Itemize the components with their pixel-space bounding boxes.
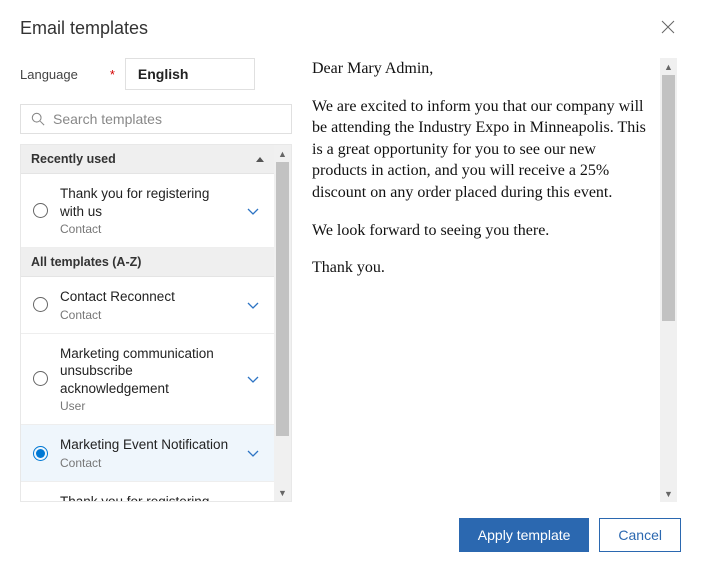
apply-template-button[interactable]: Apply template <box>459 518 590 552</box>
template-item[interactable]: Contact Reconnect Contact <box>21 277 274 334</box>
section-header-all[interactable]: All templates (A-Z) <box>21 248 274 277</box>
language-select[interactable]: English <box>125 58 255 90</box>
section-all-label: All templates (A-Z) <box>31 255 141 269</box>
template-subtype: User <box>60 399 236 413</box>
preview-closing: Thank you. <box>312 257 650 279</box>
dialog-footer: Apply template Cancel <box>20 502 681 552</box>
radio-button[interactable] <box>33 297 48 312</box>
template-name: Marketing Event Notification <box>60 436 236 454</box>
required-indicator: * <box>110 67 115 82</box>
preview-scrollbar[interactable]: ▲ ▼ <box>660 58 677 502</box>
chevron-down-icon <box>246 204 260 218</box>
preview-paragraph: We are excited to inform you that our co… <box>312 96 650 204</box>
preview-greeting: Dear Mary Admin, <box>312 58 650 80</box>
scroll-up-icon[interactable]: ▲ <box>274 145 291 162</box>
radio-button[interactable] <box>33 371 48 386</box>
template-list[interactable]: Recently used Thank you for registering … <box>21 145 274 501</box>
template-text: Marketing communication unsubscribe ackn… <box>60 345 242 414</box>
email-templates-dialog: Email templates Language * English Recen… <box>0 0 701 572</box>
expand-button[interactable] <box>242 200 264 222</box>
close-button[interactable] <box>655 18 681 40</box>
template-text: Contact Reconnect Contact <box>60 288 242 322</box>
scroll-track[interactable] <box>274 162 291 484</box>
template-item-selected[interactable]: Marketing Event Notification Contact <box>21 425 274 482</box>
scroll-down-icon[interactable]: ▼ <box>274 484 291 501</box>
template-subtype: Contact <box>60 456 236 470</box>
language-label: Language <box>20 67 78 82</box>
cancel-button[interactable]: Cancel <box>599 518 681 552</box>
dialog-title: Email templates <box>20 18 148 39</box>
scroll-track[interactable] <box>660 75 677 485</box>
list-scrollbar[interactable]: ▲ ▼ <box>274 145 291 501</box>
section-recent-label: Recently used <box>31 152 116 166</box>
template-name: Thank you for registering with us <box>60 185 236 220</box>
chevron-down-icon <box>246 446 260 460</box>
template-item[interactable]: Thank you for registering with us Contac… <box>21 174 274 248</box>
template-name: Marketing communication unsubscribe ackn… <box>60 345 236 398</box>
preview-paragraph: We look forward to seeing you there. <box>312 220 650 242</box>
expand-button[interactable] <box>242 442 264 464</box>
template-name: Thank you for registering with us <box>60 493 236 501</box>
dialog-content: Language * English Recently used <box>20 58 681 502</box>
expand-button[interactable] <box>242 294 264 316</box>
expand-button[interactable] <box>242 368 264 390</box>
scroll-thumb[interactable] <box>276 162 289 436</box>
template-text: Thank you for registering with us Contac… <box>60 493 242 501</box>
scroll-thumb[interactable] <box>662 75 675 321</box>
caret-up-icon <box>256 157 264 162</box>
search-icon <box>31 112 45 126</box>
template-list-container: Recently used Thank you for registering … <box>20 144 292 502</box>
scroll-up-icon[interactable]: ▲ <box>660 58 677 75</box>
close-icon <box>661 20 675 34</box>
chevron-down-icon <box>246 298 260 312</box>
template-text: Thank you for registering with us Contac… <box>60 185 242 236</box>
template-item[interactable]: Thank you for registering with us Contac… <box>21 482 274 501</box>
template-subtype: Contact <box>60 222 236 236</box>
chevron-down-icon <box>246 372 260 386</box>
dialog-header: Email templates <box>20 18 681 40</box>
left-pane: Language * English Recently used <box>20 58 292 502</box>
template-item[interactable]: Marketing communication unsubscribe ackn… <box>21 334 274 426</box>
radio-button-checked[interactable] <box>33 446 48 461</box>
section-header-recent[interactable]: Recently used <box>21 145 274 174</box>
preview-pane: Dear Mary Admin, We are excited to infor… <box>292 58 681 502</box>
language-row: Language * English <box>20 58 292 90</box>
preview-body: Dear Mary Admin, We are excited to infor… <box>312 58 660 502</box>
template-text: Marketing Event Notification Contact <box>60 436 242 470</box>
template-subtype: Contact <box>60 308 236 322</box>
search-input[interactable] <box>53 111 281 127</box>
scroll-down-icon[interactable]: ▼ <box>660 485 677 502</box>
search-box[interactable] <box>20 104 292 134</box>
template-name: Contact Reconnect <box>60 288 236 306</box>
radio-button[interactable] <box>33 203 48 218</box>
